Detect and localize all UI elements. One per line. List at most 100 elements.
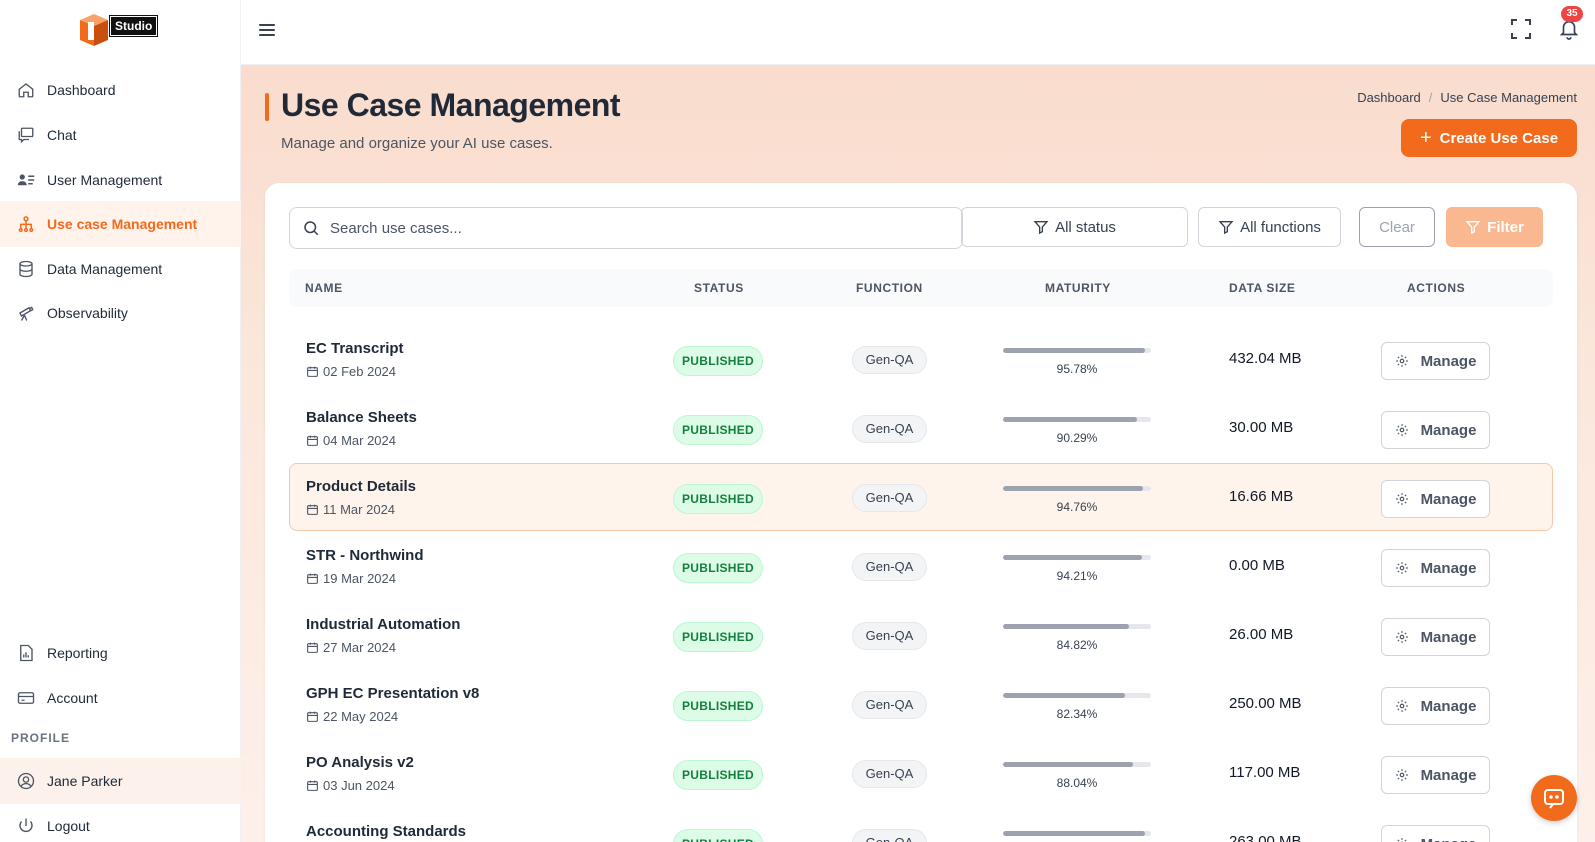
plus-icon: + <box>1419 127 1432 149</box>
calendar-icon <box>307 573 318 584</box>
use-cases-card: All status All functions Clear Filter NA… <box>265 183 1577 842</box>
maturity-percent: 90.29% <box>1056 431 1098 445</box>
power-icon <box>16 816 36 836</box>
logo-studio-label: Studio <box>108 15 159 37</box>
use-case-date: 03 Jun 2024 <box>306 778 395 793</box>
use-case-name[interactable]: Product Details <box>306 478 416 495</box>
sidebar-item-user-management[interactable]: User Management <box>0 157 241 203</box>
table-row[interactable]: GPH EC Presentation v8 22 May 2024 PUBLISH… <box>289 670 1553 738</box>
maturity-progress-bar <box>1003 486 1151 491</box>
manage-button[interactable]: Manage <box>1381 342 1490 380</box>
column-header-data-size[interactable]: DATA SIZE <box>1229 281 1296 295</box>
logo-cube-icon <box>80 14 108 46</box>
use-case-name[interactable]: EC Transcript <box>306 340 404 357</box>
function-badge: Gen-QA <box>852 760 927 788</box>
use-case-name[interactable]: Industrial Automation <box>306 616 460 633</box>
sidebar-item-dashboard[interactable]: Dashboard <box>0 67 241 113</box>
manage-button[interactable]: Manage <box>1381 411 1490 449</box>
maturity-progress-bar <box>1003 624 1151 629</box>
status-filter-select[interactable]: All status <box>961 207 1188 247</box>
title-accent-bar <box>265 93 269 121</box>
calendar-icon <box>307 711 318 722</box>
use-case-name[interactable]: GPH EC Presentation v8 <box>306 685 479 702</box>
maturity-progress-fill <box>1003 762 1134 767</box>
manage-button[interactable]: Manage <box>1381 687 1490 725</box>
maturity-progress-bar <box>1003 762 1151 767</box>
clear-button[interactable]: Clear <box>1359 207 1435 247</box>
data-size: 117.00 MB <box>1229 764 1301 781</box>
search-box[interactable] <box>289 207 963 249</box>
maturity-progress-bar <box>1003 417 1151 422</box>
function-badge: Gen-QA <box>852 553 927 581</box>
gear-icon <box>1395 631 1408 643</box>
use-case-name[interactable]: PO Analysis v2 <box>306 754 414 771</box>
maturity-percent: 82.34% <box>1056 707 1098 721</box>
manage-label: Manage <box>1420 490 1477 508</box>
sidebar-item-label: Account <box>47 690 98 706</box>
app-logo[interactable]: Studio <box>76 12 159 48</box>
use-case-name[interactable]: Accounting Standards <box>306 823 466 840</box>
sidebar-item-account[interactable]: Account <box>0 675 241 721</box>
maturity-percent: 88.04% <box>1056 776 1098 790</box>
column-header-function[interactable]: FUNCTION <box>856 281 923 295</box>
manage-button[interactable]: Manage <box>1381 825 1490 842</box>
table-row[interactable]: Industrial Automation 27 Mar 2024 PUBLISHE… <box>289 601 1553 669</box>
page-subtitle: Manage and organize your AI use cases. <box>281 135 553 152</box>
sidebar-item-profile[interactable]: Jane Parker <box>0 758 241 804</box>
column-header-maturity[interactable]: MATURITY <box>1045 281 1111 295</box>
sidebar-item-data-management[interactable]: Data Management <box>0 246 241 292</box>
profile-section-label: PROFILE <box>11 731 71 745</box>
table-row[interactable]: STR - Northwind 19 Mar 2024 PUBLISHED Gen-Q… <box>289 532 1553 600</box>
maturity-percent: 84.82% <box>1056 638 1098 652</box>
sidebar-item-chat[interactable]: Chat <box>0 112 241 158</box>
maturity-progress-fill <box>1003 624 1129 629</box>
sidebar-item-logout[interactable]: Logout <box>0 803 241 842</box>
sidebar-item-label: Dashboard <box>47 82 116 98</box>
manage-button[interactable]: Manage <box>1381 549 1490 587</box>
data-size: 0.00 MB <box>1229 557 1285 574</box>
table-row[interactable]: Balance Sheets 04 Mar 2024 PUBLISHED Gen-QA… <box>289 394 1553 462</box>
calendar-icon <box>307 642 318 653</box>
sidebar-item-observability[interactable]: Observability <box>0 290 241 336</box>
gear-icon <box>1395 424 1408 436</box>
data-size: 26.00 MB <box>1229 626 1294 643</box>
search-input[interactable] <box>330 219 930 237</box>
status-badge: PUBLISHED <box>673 829 763 842</box>
breadcrumb-current: Use Case Management <box>1440 90 1577 105</box>
chat-icon <box>16 125 36 145</box>
manage-button[interactable]: Manage <box>1381 756 1490 794</box>
table-row[interactable]: PO Analysis v2 03 Jun 2024 PUBLISHED Gen-QA… <box>289 739 1553 807</box>
manage-button[interactable]: Manage <box>1381 618 1490 656</box>
column-header-name[interactable]: NAME <box>305 281 343 295</box>
chat-support-button[interactable] <box>1531 775 1577 821</box>
fullscreen-icon[interactable] <box>1510 18 1532 40</box>
calendar-icon <box>307 504 318 515</box>
use-case-name[interactable]: Balance Sheets <box>306 409 417 426</box>
date-text: 27 Mar 2024 <box>323 640 396 655</box>
manage-label: Manage <box>1420 697 1477 715</box>
user-circle-icon <box>16 771 36 791</box>
date-text: 11 Mar 2024 <box>323 502 396 517</box>
page-title: Use Case Management <box>281 87 621 123</box>
column-header-status[interactable]: STATUS <box>694 281 744 295</box>
column-header-actions: ACTIONS <box>1407 281 1466 295</box>
chat-bubble-icon <box>1544 789 1564 809</box>
table-row[interactable]: Accounting StandardsPUBLISHEDGen-QA95.81… <box>289 808 1553 842</box>
sidebar-item-reporting[interactable]: Reporting <box>0 630 241 676</box>
filter-button[interactable]: Filter <box>1446 207 1543 247</box>
breadcrumb-link-dashboard[interactable]: Dashboard <box>1357 90 1421 105</box>
data-size: 250.00 MB <box>1229 695 1302 712</box>
gear-icon <box>1395 700 1408 712</box>
create-use-case-button[interactable]: + Create Use Case <box>1401 119 1577 157</box>
maturity-progress-fill <box>1003 417 1137 422</box>
table-row[interactable]: Product Details 11 Mar 2024 PUBLISHED Gen-Q… <box>289 463 1553 531</box>
menu-icon[interactable] <box>257 20 277 40</box>
table-row[interactable]: EC Transcript 02 Feb 2024 PUBLISHED Gen-QA 9… <box>289 325 1553 393</box>
data-size: 16.66 MB <box>1229 488 1294 505</box>
sidebar-item-use-case-management[interactable]: Use case Management <box>0 201 241 247</box>
use-case-name[interactable]: STR - Northwind <box>306 547 423 564</box>
sidebar-item-label: Observability <box>47 305 128 321</box>
manage-button[interactable]: Manage <box>1381 480 1490 518</box>
telescope-icon <box>16 303 36 323</box>
function-filter-select[interactable]: All functions <box>1198 207 1341 247</box>
